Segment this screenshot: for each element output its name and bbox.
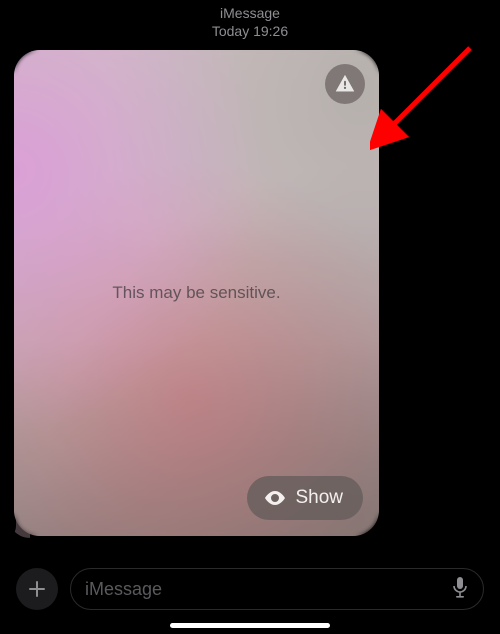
composer-bar — [0, 566, 500, 612]
thread-header: iMessage Today 19:26 — [0, 0, 500, 40]
incoming-message: This may be sensitive. Show — [14, 50, 379, 536]
message-input-container[interactable] — [70, 568, 484, 610]
plus-icon — [27, 579, 47, 599]
timestamp-label: Today 19:26 — [0, 22, 500, 40]
service-label: iMessage — [0, 4, 500, 22]
warning-icon — [334, 73, 356, 95]
mic-icon — [451, 576, 469, 598]
message-input[interactable] — [85, 579, 451, 600]
dictate-button[interactable] — [451, 576, 469, 603]
sensitive-content-label: This may be sensitive. — [14, 283, 379, 303]
sensitive-image-bubble[interactable]: This may be sensitive. Show — [14, 50, 379, 536]
eye-icon — [263, 486, 287, 510]
messages-screen: iMessage Today 19:26 This may be sensiti… — [0, 0, 500, 634]
show-button-label: Show — [295, 487, 343, 509]
annotation-arrow — [370, 42, 480, 152]
home-indicator[interactable] — [170, 623, 330, 628]
add-button[interactable] — [16, 568, 58, 610]
show-button[interactable]: Show — [247, 476, 363, 520]
warning-badge[interactable] — [325, 64, 365, 104]
